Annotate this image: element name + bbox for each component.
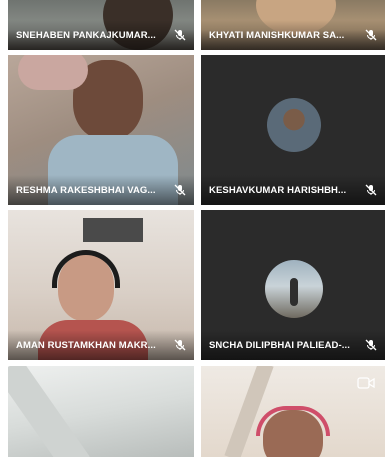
participant-name-bar: RESHMA RAKESHBHAI VAG... bbox=[8, 175, 194, 205]
participant-tile-4[interactable]: KESHAVKUMAR HARISHBH... bbox=[201, 55, 385, 205]
participant-tile-3[interactable]: RESHMA RAKESHBHAI VAG... bbox=[8, 55, 194, 205]
video-grid: SNEHABEN PANKAJKUMAR... KHYATI MANISHKUM… bbox=[8, 0, 385, 457]
mic-muted-icon bbox=[174, 184, 186, 196]
mic-muted-icon bbox=[365, 339, 377, 351]
mic-muted-icon bbox=[365, 29, 377, 41]
participant-name: KESHAVKUMAR HARISHBH... bbox=[209, 184, 347, 196]
participant-tile-2[interactable]: KHYATI MANISHKUMAR SA... bbox=[201, 0, 385, 50]
camera-off-icon[interactable] bbox=[357, 376, 375, 390]
participant-name-bar: SNEHABEN PANKAJKUMAR... bbox=[8, 20, 194, 50]
participant-name: AMAN RUSTAMKHAN MAKR... bbox=[16, 339, 156, 351]
mic-muted-icon bbox=[365, 184, 377, 196]
participant-name: RESHMA RAKESHBHAI VAG... bbox=[16, 184, 156, 196]
participant-tile-6[interactable]: SNCHA DILIPBHAI PALIEAD-... bbox=[201, 210, 385, 360]
participant-name-bar: SNCHA DILIPBHAI PALIEAD-... bbox=[201, 330, 385, 360]
participant-name: KHYATI MANISHKUMAR SA... bbox=[209, 29, 345, 41]
participant-tile-5[interactable]: AMAN RUSTAMKHAN MAKR... bbox=[8, 210, 194, 360]
participant-name-bar: KESHAVKUMAR HARISHBH... bbox=[201, 175, 385, 205]
participant-video bbox=[8, 366, 90, 457]
participant-tile-1[interactable]: SNEHABEN PANKAJKUMAR... bbox=[8, 0, 194, 50]
participant-name-bar: KHYATI MANISHKUMAR SA... bbox=[201, 20, 385, 50]
avatar bbox=[265, 260, 323, 318]
participant-name-bar: AMAN RUSTAMKHAN MAKR... bbox=[8, 330, 194, 360]
avatar bbox=[267, 98, 321, 152]
participant-name: SNCHA DILIPBHAI PALIEAD-... bbox=[209, 339, 350, 351]
participant-name: SNEHABEN PANKAJKUMAR... bbox=[16, 29, 156, 41]
mic-muted-icon bbox=[174, 339, 186, 351]
participant-tile-7[interactable] bbox=[8, 366, 194, 457]
mic-muted-icon bbox=[174, 29, 186, 41]
participant-tile-8[interactable] bbox=[201, 366, 385, 457]
